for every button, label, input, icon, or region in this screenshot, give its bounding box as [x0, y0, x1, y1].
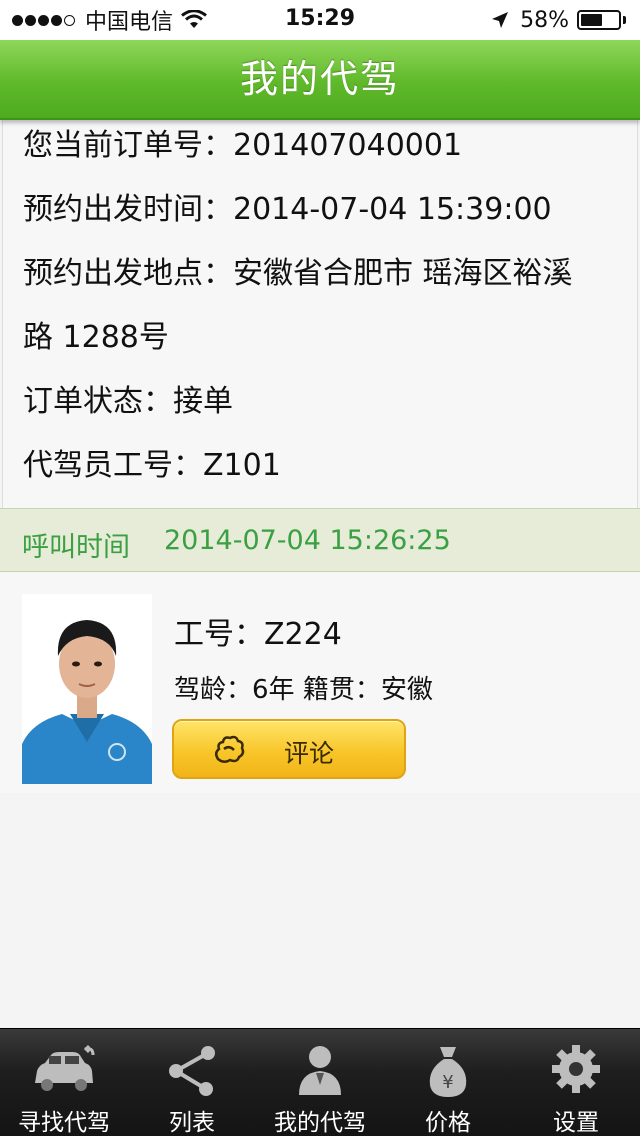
- tab-settings[interactable]: 设置: [512, 1029, 640, 1136]
- battery-level: [581, 14, 602, 26]
- driver-number-value: Z101: [203, 448, 281, 483]
- call-time-value: 2014-07-04 15:26:25: [164, 525, 451, 556]
- tab-my-driver[interactable]: 我的代驾: [256, 1029, 384, 1136]
- main-content[interactable]: 您当前订单号：201407040001 预约出发时间：2014-07-04 15…: [0, 120, 640, 1028]
- driver-number-label: 代驾员工号：: [23, 448, 203, 483]
- hands-icon: [215, 735, 245, 763]
- driver-number-row: 代驾员工号：Z101: [23, 440, 281, 484]
- order-status-row: 订单状态：接单: [23, 376, 233, 420]
- status-bar: 中国电信 15:29 58%: [0, 0, 640, 40]
- share-nodes-icon: [169, 1046, 215, 1096]
- depart-place-value-cont: 路 1288号: [23, 320, 169, 355]
- car-icon: [35, 1044, 95, 1091]
- tab-find-driver[interactable]: 寻找代驾: [0, 1029, 128, 1136]
- origin-label: 籍贯：: [302, 675, 381, 705]
- battery-tip: [623, 16, 626, 24]
- tab-label: 价格: [425, 1110, 471, 1136]
- depart-place-label: 预约出发地点：: [23, 256, 233, 291]
- origin-value: 安徽: [380, 675, 433, 705]
- order-info-card: 您当前订单号：201407040001 预约出发时间：2014-07-04 15…: [2, 120, 638, 508]
- page-title: 我的代驾: [239, 57, 400, 101]
- tab-label: 我的代驾: [274, 1110, 366, 1136]
- tab-label: 列表: [169, 1110, 215, 1136]
- order-number-label: 您当前订单号：: [23, 128, 233, 163]
- order-status-value: 接单: [173, 384, 233, 419]
- driver-id-label: 工号：: [174, 617, 264, 652]
- money-bag-icon: ¥: [429, 1047, 467, 1097]
- svg-text:¥: ¥: [442, 1072, 453, 1093]
- tab-price[interactable]: ¥ 价格: [384, 1029, 512, 1136]
- comment-button-label: 评论: [284, 739, 335, 768]
- battery-icon: [577, 10, 621, 30]
- tab-label: 设置: [553, 1110, 599, 1136]
- driver-portrait-image: [22, 594, 152, 784]
- tab-bar: 寻找代驾 列表 我的代驾 ¥ 价格 设置: [0, 1028, 640, 1136]
- status-bar-right: 58%: [490, 6, 626, 34]
- nav-header: 我的代驾: [0, 40, 640, 120]
- tab-label: 寻找代驾: [18, 1110, 110, 1136]
- gear-icon: [552, 1045, 600, 1093]
- driving-age-label: 驾龄：: [174, 675, 253, 705]
- tab-list[interactable]: 列表: [128, 1029, 256, 1136]
- depart-place-row-2: 路 1288号: [23, 312, 169, 356]
- depart-time-row: 预约出发时间：2014-07-04 15:39:00: [23, 184, 552, 228]
- order-status-label: 订单状态：: [23, 384, 173, 419]
- driver-id-value: Z224: [264, 617, 342, 652]
- driver-card: 工号：Z224 驾龄：6年 籍贯：安徽 评论: [0, 573, 640, 793]
- order-number-row: 您当前订单号：201407040001: [23, 120, 462, 164]
- depart-place-value: 安徽省合肥市 瑶海区裕溪: [233, 256, 573, 291]
- depart-time-value: 2014-07-04 15:39:00: [233, 192, 552, 227]
- driver-photo: [22, 594, 152, 784]
- driver-info-row: 驾龄：6年 籍贯：安徽: [174, 669, 433, 706]
- driving-age-value: 6年: [252, 675, 295, 705]
- person-icon: [299, 1046, 341, 1095]
- driver-id-row: 工号：Z224: [174, 609, 342, 653]
- comment-button[interactable]: 评论: [172, 719, 406, 779]
- location-arrow-icon: [492, 12, 509, 28]
- depart-time-label: 预约出发时间：: [23, 192, 233, 227]
- depart-place-row: 预约出发地点：安徽省合肥市 瑶海区裕溪: [23, 248, 573, 292]
- call-time-label: 呼叫时间: [22, 532, 130, 563]
- order-number-value: 201407040001: [233, 128, 463, 163]
- call-time-bar: 呼叫时间 2014-07-04 15:26:25: [0, 508, 640, 572]
- battery-percent: 58%: [520, 7, 569, 33]
